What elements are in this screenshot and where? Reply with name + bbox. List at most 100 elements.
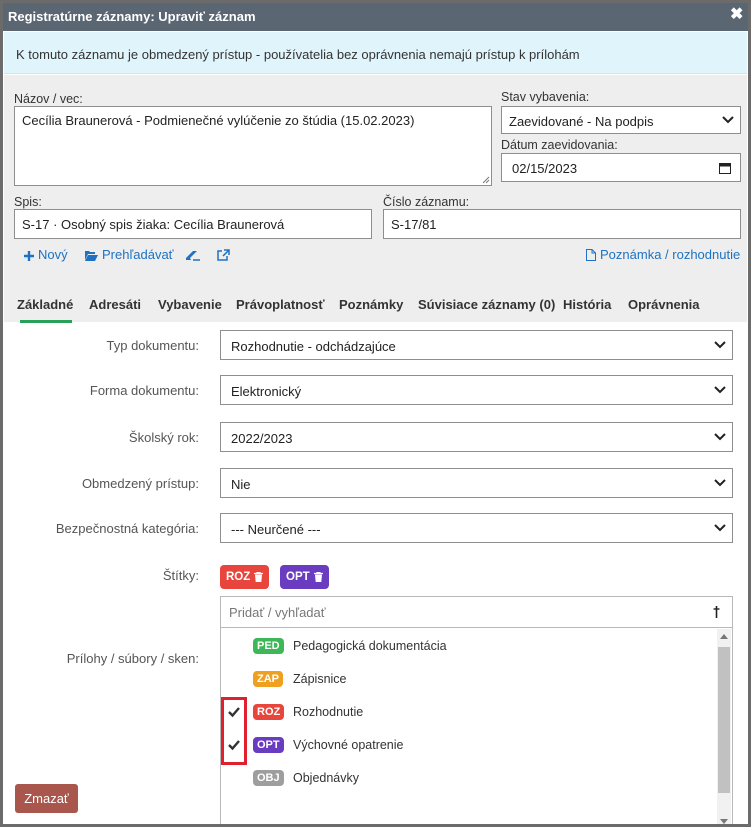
document-form-value: Elektronický (231, 384, 302, 399)
tag-option-ped[interactable]: PED Pedagogická dokumentácia (221, 629, 717, 662)
chevron-down-icon (722, 116, 734, 124)
external-link-icon (217, 249, 230, 261)
plus-icon (24, 251, 34, 261)
record-number-input[interactable]: S-17/81 (383, 209, 741, 239)
chevron-down-icon (714, 386, 726, 394)
tag-option-label: Výchovné opatrenie (293, 738, 404, 752)
eraser-icon (186, 251, 200, 261)
tab-suvisiace-zaznamy[interactable]: Súvisiace záznamy (0) (418, 297, 555, 312)
edit-record-dialog: Registratúrne záznamy: Upraviť záznam ✖ … (0, 0, 751, 827)
active-tab-indicator (20, 320, 72, 323)
tag-option-badge: ROZ (253, 704, 285, 720)
note-decision-link[interactable]: Poznámka / rozhodnutie (586, 247, 740, 262)
tag-opt-code: OPT (286, 571, 310, 583)
security-category-value: --- Neurčené --- (231, 522, 321, 537)
tag-option-label: Objednávky (293, 771, 360, 785)
tag-option-list: PED Pedagogická dokumentácia ZAP Zápisni… (221, 629, 717, 824)
security-category-select[interactable]: --- Neurčené --- (220, 513, 733, 543)
dialog-title: Registratúrne záznamy: Upraviť záznam (8, 9, 256, 24)
record-tabs: Základné Adresáti Vybavenie Právoplatnos… (4, 285, 747, 323)
restricted-access-value: Nie (231, 477, 251, 492)
document-icon (586, 249, 596, 261)
record-number-value: S-17/81 (391, 217, 437, 232)
tab-pravoplatnost[interactable]: Právoplatnosť (236, 297, 325, 312)
file-input[interactable]: S-17 · Osobný spis žiaka: Cecília Braune… (14, 209, 372, 239)
close-icon[interactable]: ✖ (730, 7, 744, 23)
tab-adresati[interactable]: Adresáti (89, 297, 141, 312)
browse-button[interactable]: Prehľadávať (85, 247, 174, 262)
new-button[interactable]: Nový (24, 247, 68, 262)
tab-vybavenie[interactable]: Vybavenie (158, 297, 222, 312)
tab-zakladne[interactable]: Základné (17, 297, 73, 312)
restricted-access-alert: K tomuto záznamu je obmedzený prístup - … (4, 32, 747, 74)
title-textarea-value: Cecília Braunerová - Podmienečné vylúčen… (22, 113, 415, 128)
tag-option-badge: ZAP (253, 671, 283, 687)
tags-label: Štítky: (162, 568, 199, 583)
document-form-label: Forma dokumentu: (89, 383, 199, 398)
resize-handle-icon[interactable] (482, 176, 490, 184)
sort-caret-icon[interactable] (713, 606, 720, 618)
tag-option-badge: PED (253, 638, 284, 654)
status-select[interactable]: Zaevidované - Na podpis (501, 106, 741, 134)
file-label: Spis: (14, 195, 42, 209)
tag-roz-code: ROZ (226, 571, 251, 583)
status-label: Stav vybavenia: (501, 90, 590, 104)
scrollbar-thumb[interactable] (718, 647, 730, 793)
status-select-value: Zaevidované - Na podpis (509, 114, 654, 129)
security-category-label: Bezpečnostná kategória: (55, 521, 199, 536)
tag-option-opt[interactable]: OPT Výchovné opatrenie (221, 728, 717, 761)
tag-option-roz[interactable]: ROZ Rozhodnutie (221, 695, 717, 728)
trash-icon[interactable] (254, 571, 264, 582)
tag-option-label: Rozhodnutie (293, 705, 364, 719)
dialog-titlebar: Registratúrne záznamy: Upraviť záznam ✖ (3, 3, 748, 31)
attachments-label: Prílohy / súbory / sken: (66, 651, 199, 666)
tag-option-badge: OBJ (253, 770, 284, 786)
external-link-button[interactable] (217, 247, 234, 262)
title-textarea[interactable]: Cecília Braunerová - Podmienečné vylúčen… (14, 106, 492, 186)
chevron-down-icon (714, 433, 726, 441)
tag-opt[interactable]: OPT (280, 565, 329, 589)
alert-text: K tomuto záznamu je obmedzený prístup - … (16, 47, 580, 62)
file-input-value: S-17 · Osobný spis žiaka: Cecília Braune… (22, 217, 285, 232)
tag-option-label: Pedagogická dokumentácia (293, 639, 447, 653)
record-number-label: Číslo záznamu: (383, 195, 470, 209)
checked-tags-highlight (221, 697, 247, 765)
trash-icon[interactable] (313, 571, 323, 582)
note-decision-label: Poznámka / rozhodnutie (600, 247, 741, 262)
tab-poznamky[interactable]: Poznámky (339, 297, 403, 312)
eraser-button[interactable] (186, 247, 204, 262)
chevron-down-icon (714, 524, 726, 532)
tag-option-obj[interactable]: OBJ Objednávky (221, 761, 717, 794)
new-button-label: Nový (38, 247, 68, 262)
scroll-down-icon[interactable] (720, 819, 728, 825)
tab-opravnenia[interactable]: Oprávnenia (628, 297, 700, 312)
tag-option-label: Zápisnice (293, 672, 347, 686)
document-type-label: Typ dokumentu: (106, 338, 200, 353)
tag-option-zap[interactable]: ZAP Zápisnice (221, 662, 717, 695)
document-form-select[interactable]: Elektronický (220, 375, 733, 405)
document-type-value: Rozhodnutie - odchádzajúce (231, 339, 396, 354)
scroll-up-icon[interactable] (720, 633, 728, 639)
date-input-value: 02/15/2023 (512, 161, 578, 176)
browse-button-label: Prehľadávať (102, 247, 174, 262)
document-type-select[interactable]: Rozhodnutie - odchádzajúce (220, 330, 733, 360)
tag-roz[interactable]: ROZ (220, 565, 270, 589)
date-label: Dátum zaevidovania: (501, 138, 618, 152)
tag-dropdown: Pridať / vyhľadať PED Pedagogická dokume… (220, 596, 733, 825)
folder-open-icon (85, 251, 98, 261)
calendar-icon[interactable] (719, 162, 731, 174)
tab-historia[interactable]: História (563, 297, 611, 312)
chevron-down-icon (714, 341, 726, 349)
school-year-label: Školský rok: (128, 430, 199, 445)
title-field-label: Názov / vec: (14, 92, 83, 106)
tag-search-placeholder: Pridať / vyhľadať (229, 605, 326, 620)
school-year-select[interactable]: 2022/2023 (220, 422, 733, 452)
tag-option-badge: OPT (253, 737, 284, 753)
delete-button[interactable]: Zmazať (15, 784, 78, 813)
school-year-value: 2022/2023 (231, 431, 293, 446)
date-input[interactable]: 02/15/2023 (501, 153, 741, 182)
restricted-access-select[interactable]: Nie (220, 468, 733, 498)
restricted-access-label: Obmedzený prístup: (81, 476, 199, 491)
tag-search-input[interactable]: Pridať / vyhľadať (221, 597, 732, 628)
tag-list-scrollbar[interactable] (717, 629, 731, 825)
